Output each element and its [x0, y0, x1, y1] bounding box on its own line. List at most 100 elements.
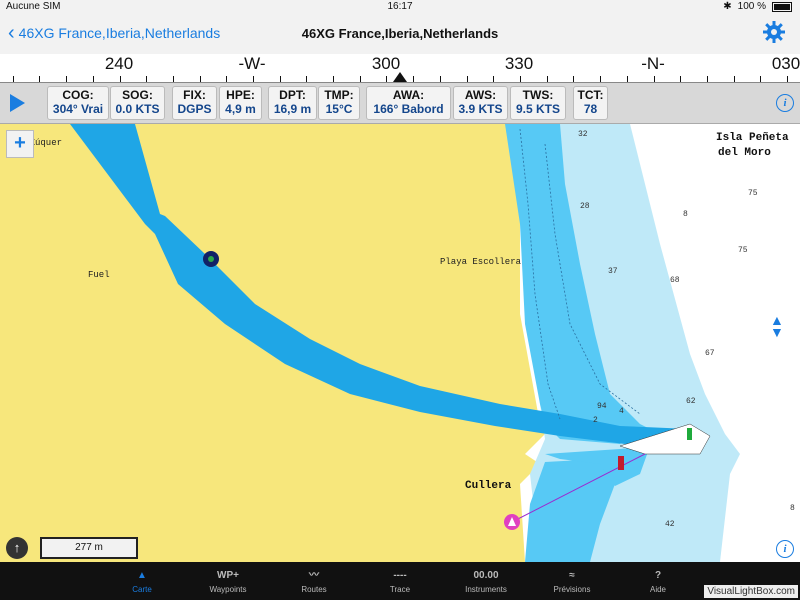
compass-tick [333, 76, 334, 82]
compass-tick [173, 76, 174, 82]
map-label-cullera: Cullera [465, 480, 512, 492]
tab-waypoints[interactable]: WP+ Waypoints [188, 562, 268, 600]
depth-sounding: 94 [597, 402, 607, 411]
depth-sounding: 62 [686, 397, 696, 406]
red-beacon [618, 456, 624, 470]
instrument-tct[interactable]: TCT: 78 [573, 86, 608, 120]
help-icon: ? [654, 570, 662, 581]
instrument-tmp[interactable]: TMP: 15°C [318, 86, 360, 120]
chart-icon: ▲ [137, 570, 147, 581]
map-label-isla: Isla Peñeta [716, 132, 789, 144]
depth-sounding: 8 [790, 504, 795, 513]
compass-tick [253, 76, 254, 82]
compass-tick [120, 76, 121, 82]
depth-sounding: 37 [608, 267, 618, 276]
compass-tick [547, 76, 548, 82]
info-icon[interactable]: i [776, 94, 794, 112]
compass-tick [760, 76, 761, 82]
instrument-tws[interactable]: TWS: 9.5 KTS [510, 86, 566, 120]
clock: 16:17 [387, 1, 413, 12]
page-title: 46XG France,Iberia,Netherlands [301, 26, 499, 41]
compass-label: -N- [641, 54, 665, 73]
green-beacon [687, 428, 692, 440]
tab-routes[interactable]: 〰 Routes [274, 562, 354, 600]
bluetooth-icon: ✱ [723, 1, 732, 12]
instrument-aws[interactable]: AWS: 3.9 KTS [453, 86, 508, 120]
compass-tick [573, 76, 574, 82]
tab-aide[interactable]: ? Aide [618, 562, 698, 600]
map-info-icon[interactable]: i [776, 540, 794, 558]
scale-bar: 277 m [40, 537, 138, 559]
tab-instruments[interactable]: 00.00 Instruments [446, 562, 526, 600]
depth-sounding: 67 [705, 349, 715, 358]
compass-label: 300 [371, 54, 401, 73]
status-bar: Aucune SIM 16:17 ✱ 100 % [0, 0, 800, 14]
compass-tick [39, 76, 40, 82]
depth-sounding: 42 [665, 520, 675, 529]
compass-tick [66, 76, 67, 82]
compass-tick [600, 76, 601, 82]
compass-tick [627, 76, 628, 82]
compass-label: -W- [238, 54, 266, 73]
depth-sounding: 32 [578, 130, 588, 139]
compass-tick [200, 76, 201, 82]
compass-tick [440, 76, 441, 82]
compass-tick [226, 76, 227, 82]
tab-previsions[interactable]: ≈ Prévisions [532, 562, 612, 600]
compass-tick [360, 76, 361, 82]
map-label-fuel: Fuel [88, 270, 110, 280]
map-canvas[interactable] [0, 124, 800, 562]
instrument-awa[interactable]: AWA: 166° Babord [366, 86, 451, 120]
status-right: ✱ 100 % [723, 1, 792, 12]
compass-tick [654, 76, 655, 82]
compass-tick [146, 76, 147, 82]
waypoint-icon: WP+ [217, 570, 239, 581]
depth-sounding: 75 [748, 189, 758, 198]
instruments-icon: 00.00 [473, 570, 499, 581]
compass-tick [680, 76, 681, 82]
route-icon: 〰 [309, 570, 319, 581]
tab-bar: ▲ Carte WP+ Waypoints 〰 Routes ---- Trace 00… [0, 562, 800, 600]
compass-label: 240 [104, 54, 134, 73]
compass-tick [93, 76, 94, 82]
compass-tick [493, 76, 494, 82]
scroll-arrows-icon[interactable]: ▲ ▼ [770, 313, 784, 339]
gear-icon [763, 21, 785, 43]
north-up-button[interactable]: ↑ [6, 537, 28, 559]
instrument-sog[interactable]: SOG: 0.0 KTS [110, 86, 165, 120]
tab-carte[interactable]: ▲ Carte [102, 562, 182, 600]
zoom-in-button[interactable]: + [6, 130, 34, 158]
depth-sounding: 28 [580, 202, 590, 211]
compass-tick [520, 76, 521, 82]
compass-tick [280, 76, 281, 82]
settings-button[interactable] [762, 20, 786, 49]
depth-sounding: 4 [619, 407, 624, 416]
compass-tick [787, 76, 788, 82]
navigation-bar: ‹ 46XG France,Iberia,Netherlands 46XG Fr… [0, 14, 800, 55]
battery-label: 100 % [737, 1, 766, 12]
heading-pointer-icon [393, 72, 407, 82]
compass-tick [413, 76, 414, 82]
compass-tape: 240 -W- 300 330 -N- 030 [0, 54, 800, 83]
compass-tick [13, 76, 14, 82]
compass-tick [386, 76, 387, 82]
instrument-hpe[interactable]: HPE: 4,9 m [219, 86, 262, 120]
depth-sounding: 2 [593, 416, 598, 425]
instrument-bar: COG: 304° Vrai SOG: 0.0 KTS FIX: DGPS HPE: 4… [0, 83, 800, 124]
instrument-cog[interactable]: COG: 304° Vrai [47, 86, 109, 120]
watermark: VisualLightBox.com [704, 585, 798, 598]
compass-tick [467, 76, 468, 82]
instrument-fix[interactable]: FIX: DGPS [172, 86, 217, 120]
map-label-moro: del Moro [718, 147, 771, 159]
play-icon[interactable] [10, 94, 25, 112]
depth-sounding: 8 [683, 210, 688, 219]
trace-icon: ---- [393, 570, 407, 581]
compass-label: 330 [504, 54, 534, 73]
depth-sounding: 75 [738, 246, 748, 255]
forecast-icon: ≈ [569, 570, 575, 581]
chart-map[interactable]: del Xúquer Fuel Playa Escollera Cullera … [0, 124, 800, 562]
instrument-dpt[interactable]: DPT: 16,9 m [268, 86, 317, 120]
compass-label: 030 [771, 54, 800, 73]
map-label-playa: Playa Escollera [440, 257, 522, 267]
tab-trace[interactable]: ---- Trace [360, 562, 440, 600]
